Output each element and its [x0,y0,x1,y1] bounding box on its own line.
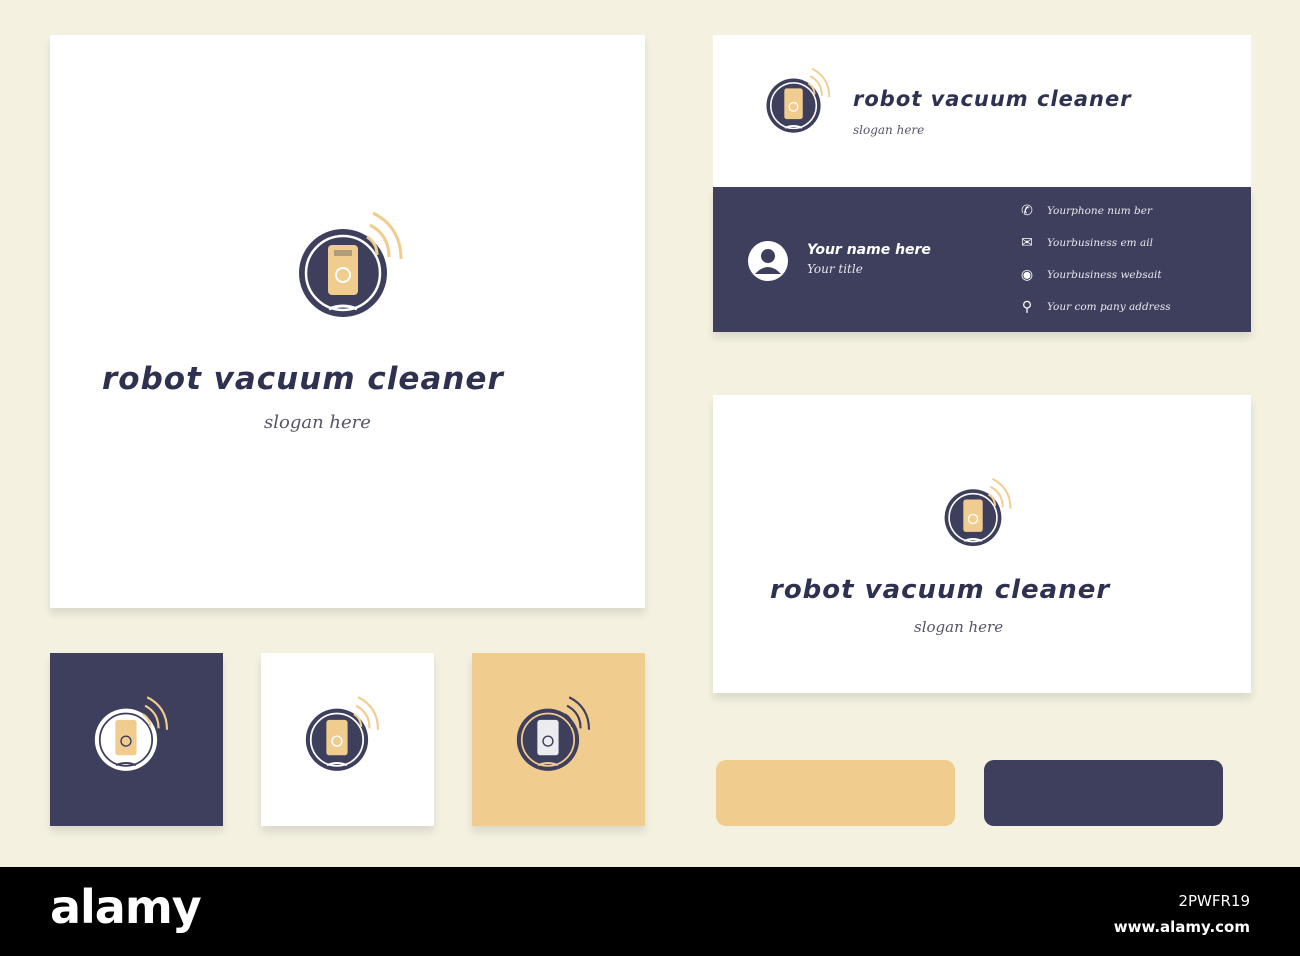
brand-name: robot vacuum cleaner [853,87,1132,111]
secondary-logo-card: robot vacuum cleaner slogan here [713,395,1251,693]
watermark-info: 2PWFR19 www.alamy.com [1114,888,1250,940]
contact-email-text: Yourbusiness em ail [1047,237,1153,249]
robot-vacuum-logo [516,696,591,771]
globe-icon: ◉ [1020,267,1034,283]
robot-vacuum-logo [305,696,380,771]
main-logo-card: robot vacuum cleaner slogan here [50,35,645,608]
contact-address: ⚲ Your com pany address [1019,299,1171,315]
navy-color-swatch [984,760,1223,826]
robot-vacuum-logo [299,211,403,317]
robot-vacuum-logo [944,478,1012,547]
location-pin-icon: ⚲ [1021,299,1033,315]
robot-vacuum-logo-inverted [94,696,169,771]
contact-website-text: Yourbusiness websait [1047,269,1162,281]
gold-color-swatch [716,760,955,826]
contact-phone: ✆ Yourphone num ber [1019,203,1152,219]
contact-website: ◉ Yourbusiness websait [1019,267,1162,283]
robot-vacuum-logo [766,67,831,133]
brand-slogan: slogan here [914,618,1004,636]
brand-slogan: slogan here [853,123,925,137]
watermark-image-id: 2PWFR19 [1178,892,1250,910]
business-card-front: robot vacuum cleaner slogan here [713,35,1251,187]
phone-icon: ✆ [1021,203,1033,219]
envelope-icon: ✉ [1021,235,1033,251]
contact-address-text: Your com pany address [1047,301,1171,313]
watermark-logo: alamy [50,880,202,934]
gold-logo-tile [472,653,645,826]
brand-name: robot vacuum cleaner [770,575,1111,605]
contact-phone-text: Yourphone num ber [1047,205,1153,217]
person-title: Your title [807,262,863,276]
watermark-url: www.alamy.com [1113,918,1250,936]
navy-logo-tile [50,653,223,826]
avatar-icon [748,241,788,281]
white-logo-tile [261,653,434,826]
brand-name: robot vacuum cleaner [102,361,504,397]
business-card-back: Your name here Your title ✆ Yourphone nu… [713,187,1251,332]
person-name: Your name here [807,242,931,258]
contact-email: ✉ Yourbusiness em ail [1019,235,1153,251]
brand-slogan: slogan here [264,412,371,433]
